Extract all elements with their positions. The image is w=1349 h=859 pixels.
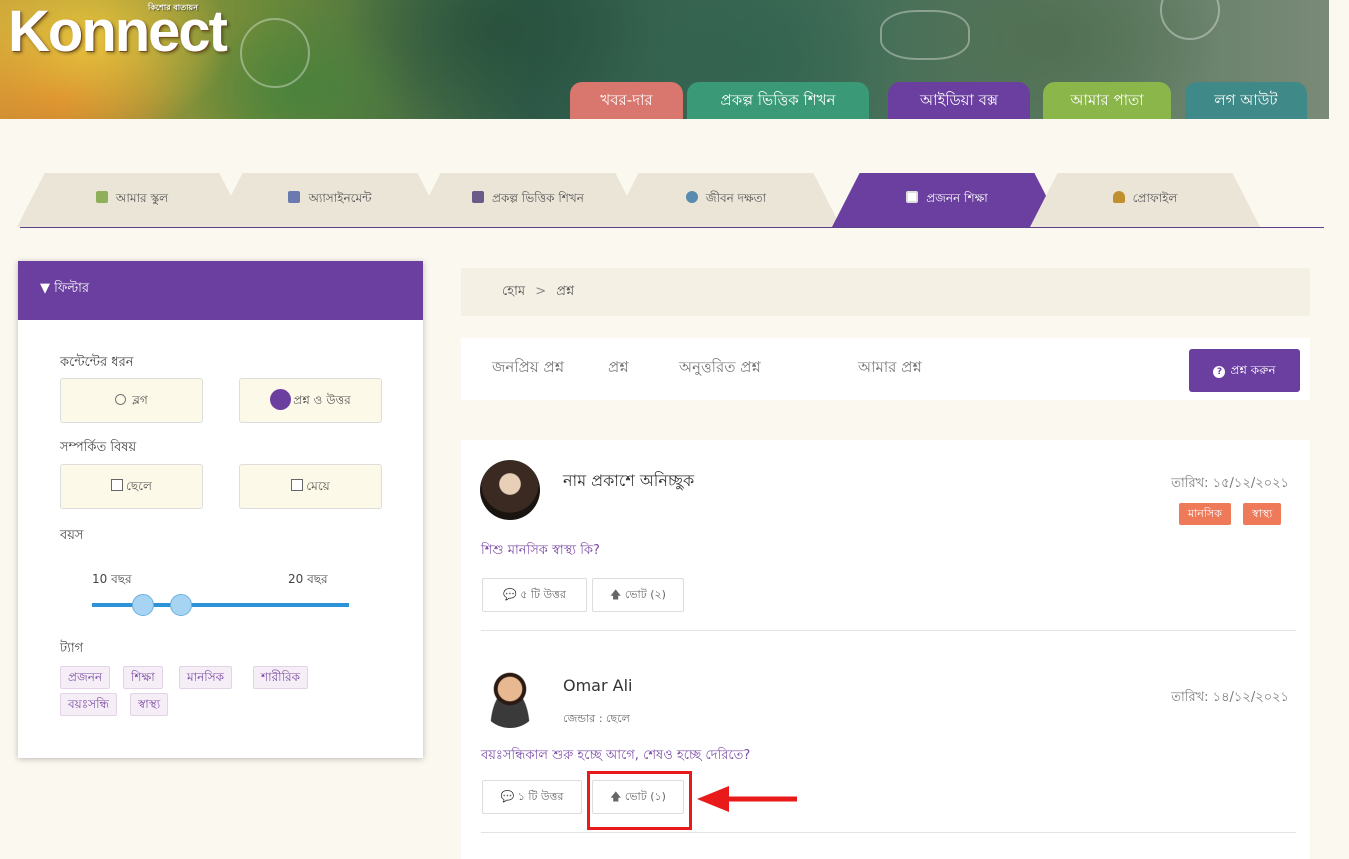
- category-badge[interactable]: মানসিক: [1179, 503, 1231, 525]
- people-icon: [685, 191, 698, 203]
- tab-popular-questions[interactable]: জনপ্রিয় প্রশ্ন: [492, 356, 564, 381]
- top-nav-idea-box[interactable]: আইডিয়া বক্স: [888, 82, 1030, 119]
- content-type-label: কন্টেন্টের ধরন: [60, 355, 134, 370]
- age-slider-min-handle[interactable]: [132, 594, 154, 616]
- ask-question-button[interactable]: ? প্রশ্ন করুন: [1189, 349, 1300, 392]
- answers-button[interactable]: 💬 ১ টি উত্তর: [482, 780, 582, 814]
- filter-title: ফিল্টার: [54, 281, 90, 296]
- header-banner: Konnect কিশোর বাতায়ন খবর-দার প্রকল্প ভি…: [0, 0, 1329, 119]
- content-type-blog[interactable]: ব্লগ: [60, 378, 203, 423]
- top-nav-my-page[interactable]: আমার পাতা: [1043, 82, 1171, 119]
- answers-button[interactable]: 💬 ৫ টি উত্তর: [482, 578, 587, 612]
- school-icon: [95, 191, 108, 203]
- top-nav-khobordar[interactable]: খবর-দার: [570, 82, 683, 119]
- checkbox-icon[interactable]: [111, 479, 124, 491]
- question-icon: ?: [1213, 366, 1226, 378]
- radio-unselected-icon[interactable]: [115, 394, 127, 405]
- checkbox-icon[interactable]: [291, 479, 304, 491]
- breadcrumb: হোম > প্রশ্ন: [502, 282, 574, 303]
- vote-button[interactable]: 🡅 ভোট (২): [592, 578, 684, 612]
- tag-puberty[interactable]: বয়ঃসন্ধি: [60, 693, 118, 716]
- annotation-arrow-icon: [697, 786, 797, 812]
- annotation-highlight-box: [587, 771, 692, 830]
- tab-unanswered-questions[interactable]: অনুত্তরিত প্রশ্ন: [679, 356, 761, 381]
- top-nav-logout[interactable]: লগ আউট: [1185, 82, 1307, 119]
- tag-health[interactable]: স্বাস্থ্য: [130, 693, 169, 716]
- top-nav-project-learning[interactable]: প্রকল্প ভিত্তিক শিখন: [687, 82, 869, 119]
- filter-icon: ▼: [40, 281, 50, 296]
- tags-label: ট্যাগ: [60, 641, 84, 656]
- breadcrumb-bar: হোম > প্রশ্ন: [461, 268, 1310, 316]
- tag-reproduction[interactable]: প্রজনন: [60, 666, 111, 689]
- related-boy-option[interactable]: ছেলে: [60, 464, 203, 509]
- question-text[interactable]: বয়ঃসন্ধিকাল শুরু হচ্ছে আগে, শেষও হচ্ছে …: [481, 746, 750, 767]
- breadcrumb-separator: >: [535, 284, 547, 299]
- radio-selected-icon[interactable]: [270, 389, 292, 410]
- tab-life-skills[interactable]: জীবন দক্ষতা: [611, 173, 841, 227]
- clipboard-icon: [288, 191, 301, 203]
- author-gender: জেন্ডার : ছেলে: [563, 712, 630, 725]
- tab-project-learning[interactable]: প্রকল্প ভিত্তিক শিখন: [413, 173, 643, 227]
- tab-my-questions[interactable]: আমার প্রশ্ন: [858, 356, 922, 381]
- question-tabs: জনপ্রিয় প্রশ্ন প্রশ্ন অনুত্তরিত প্রশ্ন …: [461, 338, 1310, 400]
- filter-header: ▼ ফিল্টার: [18, 261, 423, 320]
- arrow-up-icon: 🡅: [610, 588, 622, 601]
- tab-my-school[interactable]: আমার স্কুল: [17, 173, 247, 227]
- content-type-qa[interactable]: প্রশ্ন ও উত্তর: [239, 378, 382, 423]
- related-girl-option[interactable]: মেয়ে: [239, 464, 382, 509]
- logo-tagline: কিশোর বাতায়ন: [148, 3, 198, 12]
- avatar: [480, 668, 540, 728]
- filter-panel: ▼ ফিল্টার কন্টেন্টের ধরন ব্লগ প্রশ্ন ও উ…: [18, 261, 423, 758]
- breadcrumb-home[interactable]: হোম: [502, 284, 525, 299]
- age-label: বয়স: [60, 528, 84, 543]
- age-max-value: 20 বছর: [288, 572, 328, 586]
- calculator-icon: [472, 191, 485, 203]
- tab-assignment[interactable]: অ্যাসাইনমেন্ট: [215, 173, 445, 227]
- avatar: [480, 460, 540, 520]
- divider: [481, 832, 1296, 833]
- question-text[interactable]: শিশু মানসিক স্বাস্থ্য কি?: [481, 541, 600, 562]
- tab-questions[interactable]: প্রশ্ন: [608, 356, 629, 381]
- age-slider-max-handle[interactable]: [170, 594, 192, 616]
- author-name: Omar Ali: [563, 676, 633, 695]
- post-date: তারিখ: ১৪/১২/২০২১: [1171, 690, 1289, 705]
- post-date: তারিখ: ১৫/১২/২০২১: [1171, 476, 1289, 491]
- section-tabs: আমার স্কুল অ্যাসাইনমেন্ট প্রকল্প ভিত্তিক…: [17, 173, 1324, 228]
- tab-profile[interactable]: প্রোফাইল: [1030, 173, 1260, 227]
- tag-mental[interactable]: মানসিক: [179, 666, 233, 689]
- lab-decoration: [1160, 0, 1220, 40]
- breadcrumb-current: প্রশ্ন: [556, 284, 575, 299]
- age-slider-track[interactable]: [92, 603, 349, 607]
- user-icon: [1112, 191, 1125, 203]
- author-name: নাম প্রকাশে অনিচ্ছুক: [563, 471, 695, 490]
- tag-education[interactable]: শিক্ষা: [123, 666, 163, 689]
- divider: [481, 630, 1296, 631]
- globe-decoration: [240, 18, 310, 88]
- comment-icon: 💬: [503, 588, 517, 601]
- tab-reproductive-education[interactable]: প্রজনন শিক্ষা: [832, 173, 1062, 227]
- category-badge[interactable]: স্বাস্থ্য: [1243, 503, 1282, 525]
- age-min-value: 10 বছর: [92, 572, 132, 586]
- tag-physical[interactable]: শারীরিক: [253, 666, 309, 689]
- comment-icon: 💬: [500, 790, 515, 803]
- notebook-icon: [906, 191, 919, 203]
- dna-decoration: [880, 10, 970, 60]
- related-topic-label: সম্পর্কিত বিষয়: [60, 440, 137, 455]
